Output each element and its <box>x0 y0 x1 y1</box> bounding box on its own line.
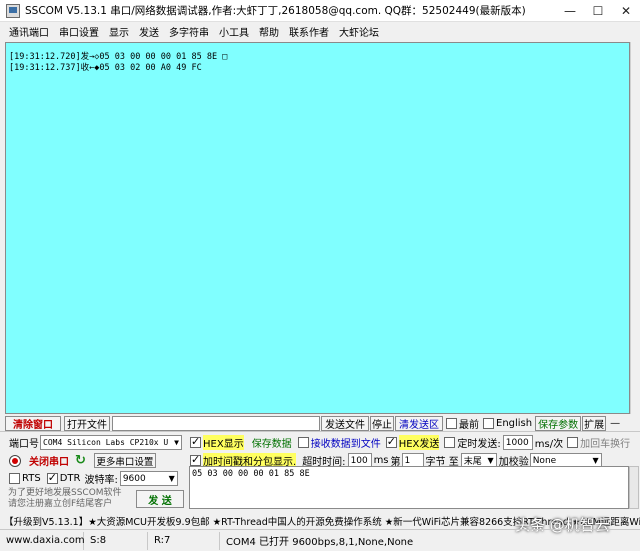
status-bar: www.daxia.com S:8 R:7 COM4 已打开 9600bps,8… <box>0 529 640 551</box>
promo-line-1: 为了更好地发展SSCOM软件 <box>8 488 122 498</box>
send-area-scrollbar[interactable] <box>629 466 639 509</box>
baud-select[interactable]: 9600 ▼ <box>119 471 178 486</box>
promo-text: 为了更好地发展SSCOM软件 请您注册嘉立创F结尾客户 <box>8 488 122 510</box>
status-received-count: R:7 <box>148 531 220 550</box>
topmost-label: 最前 <box>459 420 479 431</box>
port-control-row: 关闭串口 ↻ 更多串口设置 <box>9 453 156 468</box>
timed-interval-input[interactable]: 1000 <box>502 435 533 450</box>
status-sent-count: S:8 <box>84 531 148 550</box>
port-label: 端口号 <box>9 439 39 450</box>
window-title: SSCOM V5.13.1 串口/网络数据调试器,作者:大虾丁丁,2618058… <box>25 5 526 17</box>
terminal-line-received: [19:31:12.737]收←◆05 03 02 00 A0 49 FC <box>9 63 202 73</box>
timed-unit-label: ms/次 <box>534 439 564 450</box>
terminal-line-sent: [19:31:12.720]发→◇05 03 00 00 00 01 85 8E… <box>9 52 228 62</box>
dtr-label: DTR <box>59 473 81 484</box>
file-path-input[interactable] <box>112 416 320 431</box>
send-button[interactable]: 发 送 <box>136 490 184 508</box>
hex-display-checkbox[interactable] <box>190 435 201 448</box>
baud-label: 波特率: <box>84 475 118 486</box>
menu-bar: 通讯端口 串口设置 显示 发送 多字符串 小工具 帮助 联系作者 大虾论坛 <box>0 22 640 41</box>
recv-to-file-checkbox[interactable] <box>297 437 309 448</box>
port-select[interactable]: COM4 Silicon Labs CP210x U ▼ <box>40 435 182 450</box>
file-toolbar: 清除窗口 打开文件 发送文件 停止 清发送区 最前 English 保存参数 扩… <box>5 416 637 431</box>
chevron-down-icon: ▼ <box>592 456 599 465</box>
menu-send[interactable]: 发送 <box>134 24 164 39</box>
promo-line-2: 请您注册嘉立创F结尾客户 <box>8 499 113 509</box>
checksum-value: None <box>532 455 557 466</box>
add-newline-label: 加回车换行 <box>580 439 631 450</box>
add-newline-checkbox[interactable] <box>567 437 579 448</box>
status-website[interactable]: www.daxia.com <box>0 531 85 550</box>
expand-button[interactable]: 扩展 <box>582 416 607 431</box>
divider <box>0 431 640 432</box>
timed-send-label: 定时发送: <box>457 439 501 450</box>
app-icon <box>6 3 20 18</box>
timestamp-checkbox[interactable] <box>190 453 201 466</box>
title-bar: SSCOM V5.13.1 串口/网络数据调试器,作者:大虾丁丁,2618058… <box>0 0 640 22</box>
port-status-icon <box>9 454 21 467</box>
menu-help[interactable]: 帮助 <box>254 24 284 39</box>
menu-tools[interactable]: 小工具 <box>214 24 254 39</box>
terminal-scrollbar[interactable] <box>630 42 640 414</box>
recv-to-file-label: 接收数据到文件 <box>310 439 381 450</box>
send-data-input[interactable]: 05 03 00 00 00 01 85 8E <box>189 466 629 509</box>
display-options-row: HEX显示 保存数据 接收数据到文件 HEX发送 定时发送: 1000 ms/次… <box>190 435 630 450</box>
port-select-value: COM4 Silicon Labs CP210x U <box>43 438 169 447</box>
minimize-button[interactable]: — <box>556 0 584 22</box>
receive-terminal[interactable]: [19:31:12.720]发→◇05 03 00 00 00 01 85 8E… <box>5 42 630 414</box>
dtr-checkbox[interactable] <box>46 471 58 484</box>
english-label: English <box>496 418 533 429</box>
menu-multi-string[interactable]: 多字符串 <box>164 24 214 39</box>
english-checkbox[interactable] <box>483 418 494 429</box>
baud-value: 9600 <box>122 473 146 484</box>
topmost-checkbox[interactable] <box>446 418 457 429</box>
chevron-down-icon: ▼ <box>168 474 175 483</box>
menu-contact[interactable]: 联系作者 <box>284 24 334 39</box>
menu-display[interactable]: 显示 <box>104 24 134 39</box>
timeout-unit: ms <box>373 455 389 466</box>
clear-send-button[interactable]: 清发送区 <box>395 416 443 431</box>
refresh-icon[interactable]: ↻ <box>75 453 86 468</box>
menu-forum[interactable]: 大虾论坛 <box>334 24 384 39</box>
collapse-button[interactable]: — <box>610 418 620 429</box>
stop-button[interactable]: 停止 <box>370 416 394 431</box>
send-file-button[interactable]: 发送文件 <box>321 416 369 431</box>
rts-checkbox[interactable] <box>9 473 20 484</box>
clear-window-button[interactable]: 清除窗口 <box>5 416 61 431</box>
more-settings-button[interactable]: 更多串口设置 <box>93 453 156 468</box>
rts-label: RTS <box>22 473 41 484</box>
save-params-button[interactable]: 保存参数 <box>535 416 582 431</box>
hex-send-checkbox[interactable] <box>385 435 397 448</box>
save-data-button[interactable]: 保存数据 <box>252 435 292 450</box>
port-row: 端口号 COM4 Silicon Labs CP210x U ▼ <box>9 435 182 450</box>
timed-send-checkbox[interactable] <box>444 437 456 448</box>
chevron-down-icon: ▼ <box>487 456 494 465</box>
status-port-state: COM4 已打开 9600bps,8,1,None,None <box>226 537 414 548</box>
open-file-button[interactable]: 打开文件 <box>64 416 110 431</box>
close-port-button[interactable]: 关闭串口 <box>29 453 69 468</box>
menu-comm-port[interactable]: 通讯端口 <box>4 24 54 39</box>
maximize-button[interactable]: ☐ <box>584 0 612 22</box>
close-button[interactable]: ✕ <box>612 0 640 22</box>
line-control-row: RTS DTR 波特率: 9600 ▼ <box>9 471 178 486</box>
hex-display-label: HEX显示 <box>203 435 244 450</box>
hex-send-label: HEX发送 <box>398 435 440 450</box>
menu-serial-settings[interactable]: 串口设置 <box>54 24 104 39</box>
chevron-down-icon: ▼ <box>174 438 179 447</box>
